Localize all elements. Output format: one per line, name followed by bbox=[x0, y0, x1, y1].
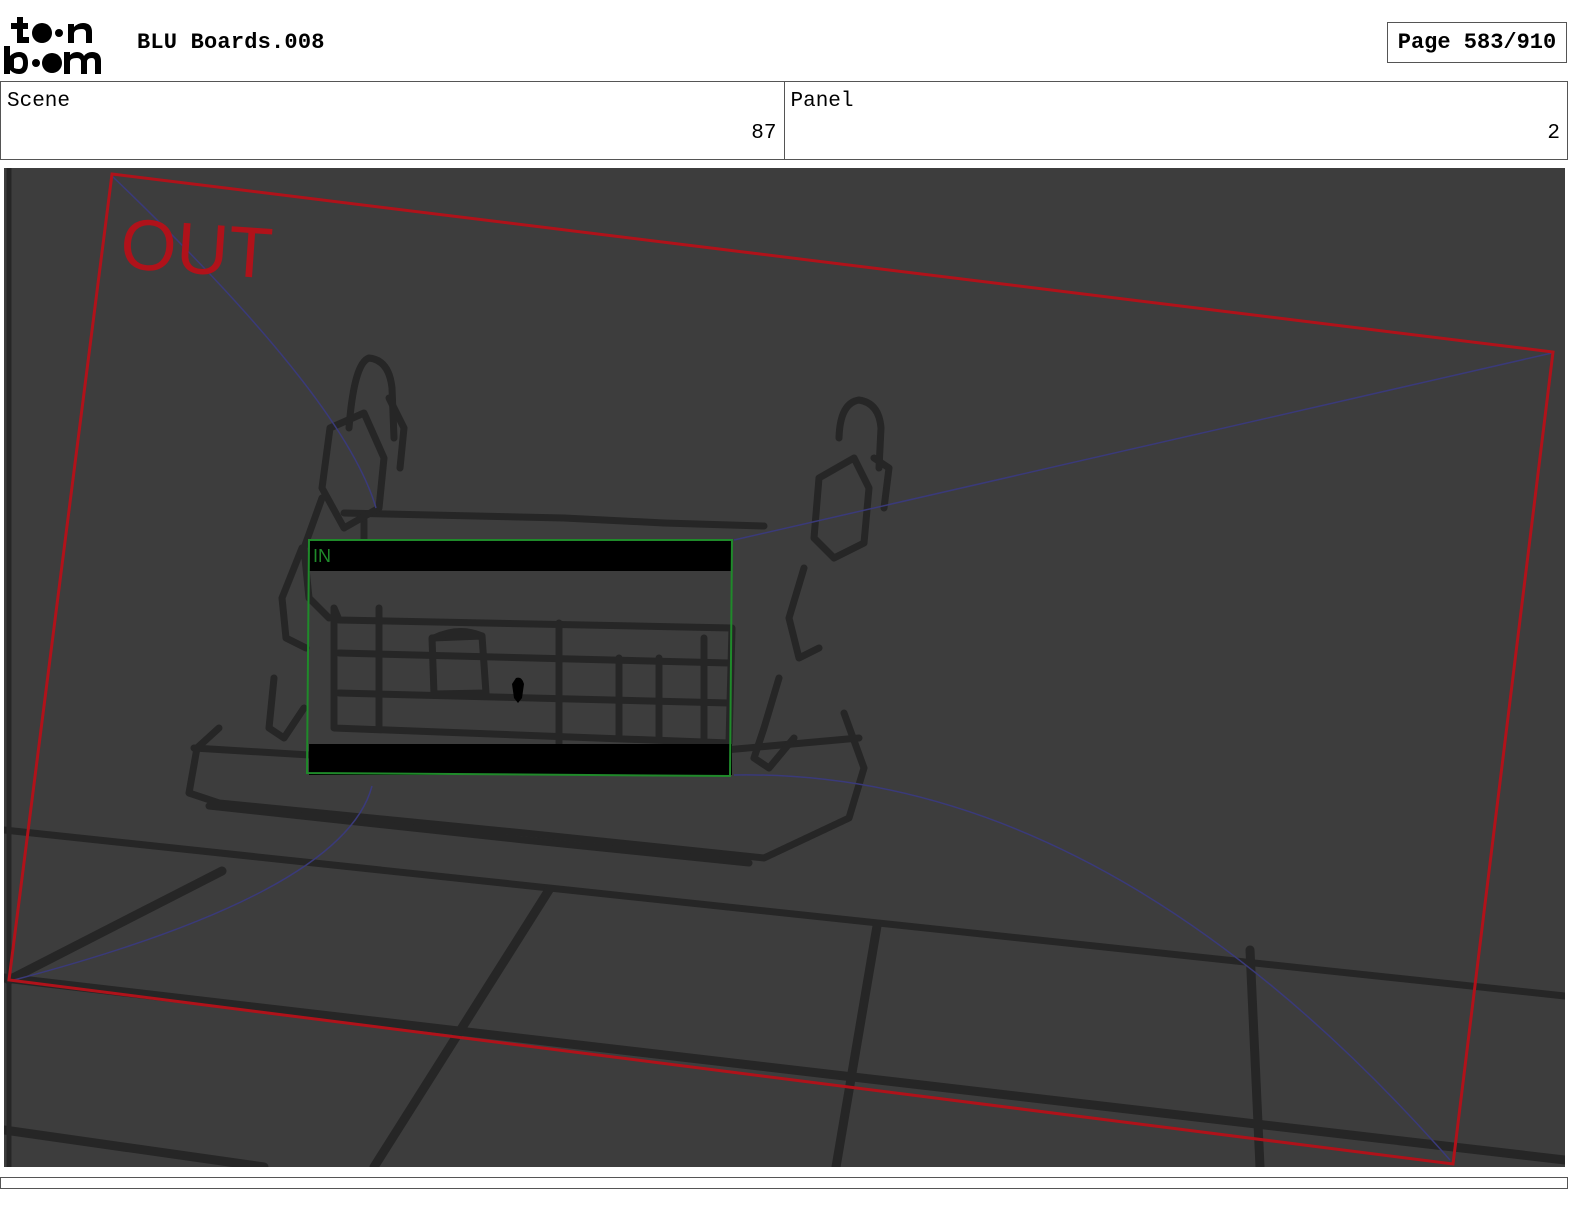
panel-number: 2 bbox=[1547, 122, 1560, 145]
storyboard-panel-image: IN OUT bbox=[4, 168, 1565, 1167]
scene-cell: Scene 87 bbox=[1, 82, 784, 159]
next-panel-strip bbox=[0, 1177, 1568, 1189]
panel-label: Panel bbox=[790, 90, 854, 113]
out-frame-label: OUT bbox=[118, 204, 275, 294]
scene-panel-info: Scene 87 Panel 2 bbox=[0, 81, 1568, 160]
panel-cell: Panel 2 bbox=[783, 82, 1568, 159]
toonboom-logo bbox=[4, 12, 116, 76]
page-counter: Page 583/910 bbox=[1387, 22, 1567, 63]
document-title: BLU Boards.008 bbox=[137, 30, 325, 55]
scene-label: Scene bbox=[7, 90, 71, 113]
scene-number: 87 bbox=[751, 122, 777, 145]
in-frame-label: IN bbox=[313, 546, 331, 566]
